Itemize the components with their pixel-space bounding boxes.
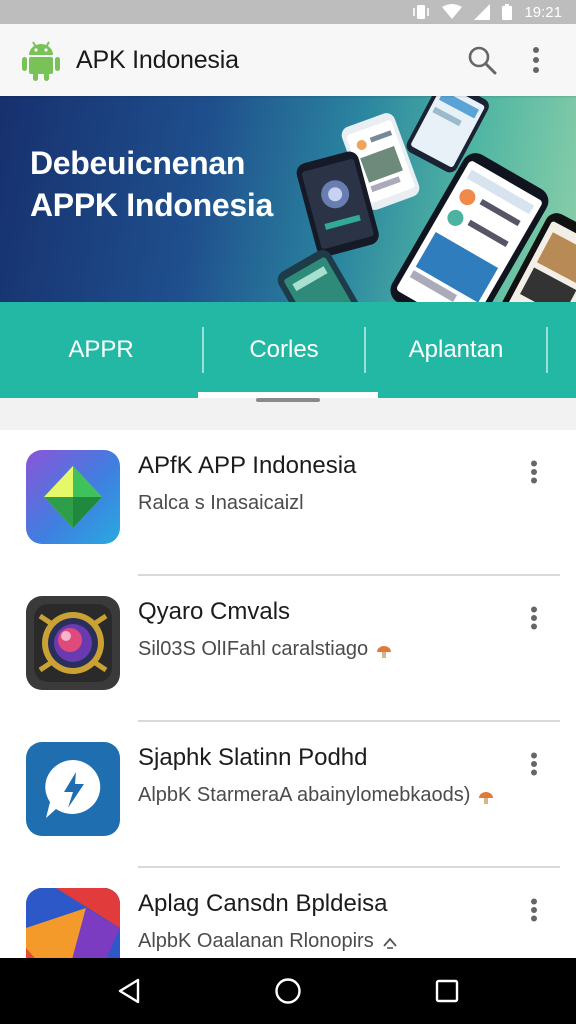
more-options-icon[interactable] (514, 598, 554, 638)
android-icon (20, 38, 62, 82)
app-subtitle: AlpbK StarmeraA abainylomebkaods) (138, 784, 494, 807)
vibrate-icon (412, 4, 430, 20)
more-options-icon[interactable] (514, 452, 554, 492)
app-subtitle-text: AlpbK StarmeraA abainylomebkaods) (138, 784, 471, 806)
app-subtitle: Ralca s Inasaicaizl (138, 492, 304, 515)
recents-icon[interactable] (417, 961, 477, 1021)
tab-appr[interactable]: APPR (0, 302, 202, 398)
colorful-tiles-icon (26, 888, 120, 958)
search-icon[interactable] (460, 38, 504, 82)
app-subtitle-text: AlpbK Oaalanan Rlonopirs (138, 930, 374, 952)
app-name: APfK APP Indonesia (138, 452, 357, 479)
system-nav-bar (0, 958, 576, 1024)
mushroom-icon (376, 642, 392, 658)
status-icons: 19:21 (412, 0, 562, 24)
tab-aplantan[interactable]: Aplantan (366, 302, 546, 398)
overflow-menu-icon[interactable] (514, 38, 558, 82)
sheet-handle-area[interactable] (0, 398, 576, 430)
status-bar: 19:21 (0, 0, 576, 24)
app-name: Aplag Cansdn Bpldeisa (138, 890, 388, 917)
battery-icon (502, 4, 513, 20)
diamond-gem-icon (26, 450, 120, 544)
home-icon[interactable] (258, 961, 318, 1021)
tab-label: Corles (249, 336, 319, 363)
app-subtitle-text: Sil03S OlIFahl caralstiago (138, 638, 369, 660)
tab-label: Aplantan (408, 336, 504, 363)
app-bar: APK Indonesia (0, 24, 576, 96)
status-time: 19:21 (524, 3, 562, 21)
app-name: Qyaro Cmvals (138, 598, 291, 625)
list-item[interactable]: Sjaphk Slatinn Podhd AlpbK StarmeraA aba… (0, 722, 576, 868)
tab-label: APPR (68, 336, 134, 363)
promo-banner[interactable]: Debeuicnenan APPK Indonesia (0, 96, 576, 302)
app-subtitle: AlpbK Oaalanan Rlonopirs (138, 930, 398, 953)
mushroom-icon (478, 788, 494, 804)
list-item[interactable]: Qyaro Cmvals Sil03S OlIFahl caralstiago (0, 576, 576, 722)
list-item[interactable]: Aplag Cansdn Bpldeisa AlpbK Oaalanan Rlo… (0, 868, 576, 958)
up-arrow-icon (382, 934, 398, 950)
tab-divider (546, 327, 548, 373)
app-name: Sjaphk Slatinn Podhd (138, 744, 368, 771)
app-subtitle: Sil03S OlIFahl caralstiago (138, 638, 392, 661)
back-icon[interactable] (99, 961, 159, 1021)
app-list: APfK APP Indonesia Ralca s Inasaicaizl Q… (0, 430, 576, 958)
signal-icon (474, 4, 491, 20)
drag-handle[interactable] (256, 398, 320, 402)
tab-bar: APPR Corles Aplantan (0, 302, 576, 398)
phones-illustration (277, 96, 576, 302)
list-item[interactable]: APfK APP Indonesia Ralca s Inasaicaizl (0, 430, 576, 576)
app-title: APK Indonesia (76, 45, 239, 74)
chat-bubble-icon (26, 742, 120, 836)
more-options-icon[interactable] (514, 890, 554, 930)
app-subtitle-text: Ralca s Inasaicaizl (138, 492, 304, 514)
tab-corles[interactable]: Corles (204, 302, 364, 398)
more-options-icon[interactable] (514, 744, 554, 784)
wifi-icon (442, 4, 463, 20)
camera-lens-icon (26, 596, 120, 690)
